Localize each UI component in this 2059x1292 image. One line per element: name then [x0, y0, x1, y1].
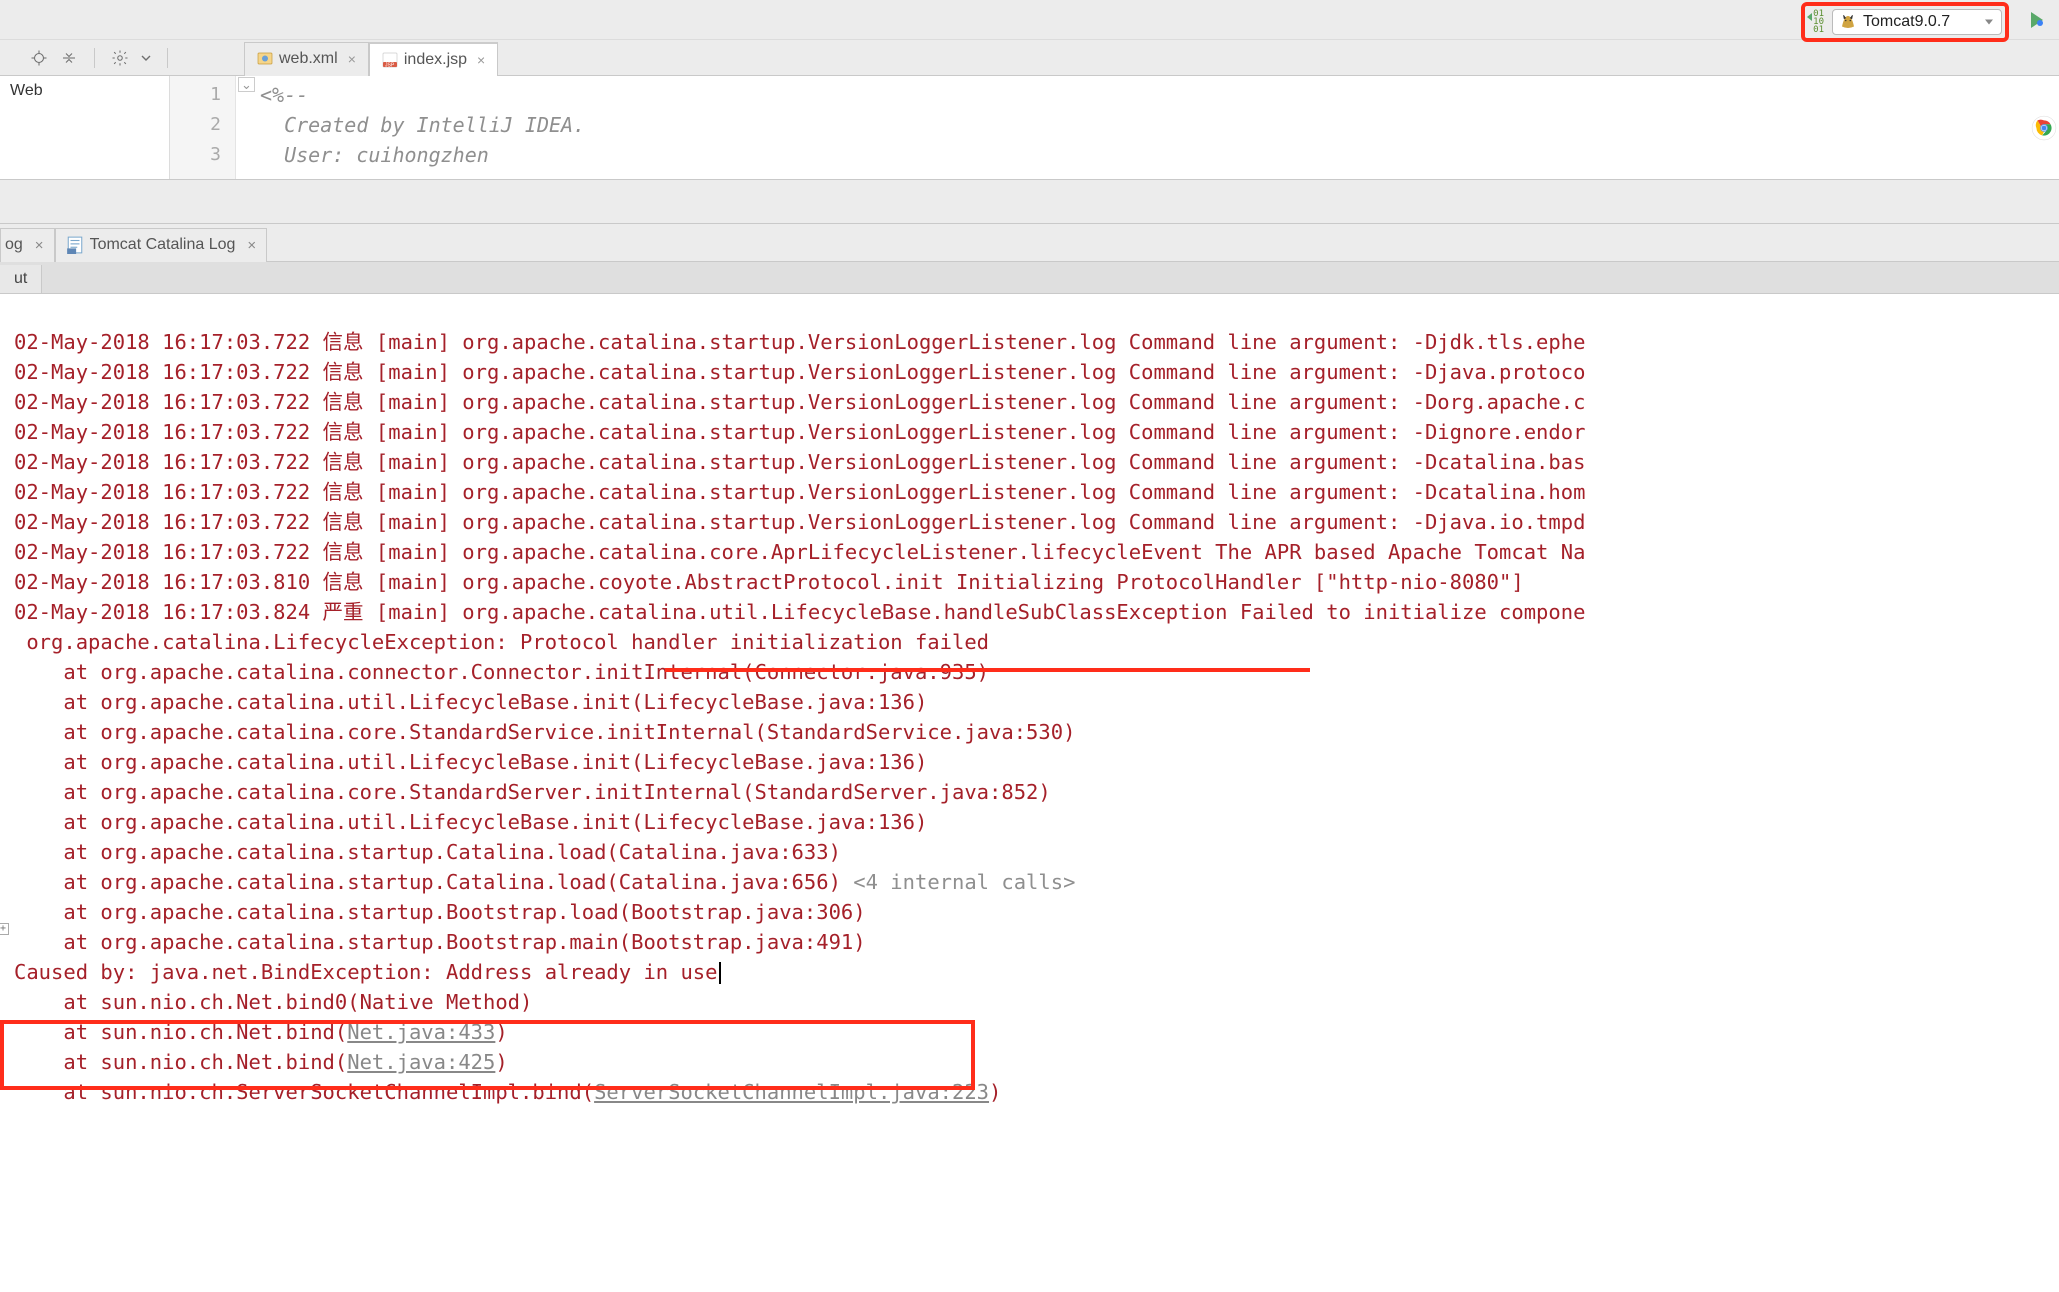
editor-tab-web-xml[interactable]: web.xml × [244, 42, 369, 76]
toolbar-separator [94, 48, 95, 68]
binary-download-icon[interactable]: 011001 [1813, 10, 1824, 34]
source-link[interactable]: Net.java:425 [347, 1050, 495, 1074]
console-output[interactable]: 02-May-2018 16:17:03.722 信息 [main] org.a… [0, 294, 2059, 1292]
line-number: 3 [170, 140, 221, 170]
stack-trace-line: at sun.nio.ch.Net.bind( [14, 1020, 347, 1044]
code-line: <%-- [260, 83, 308, 107]
log-file-icon [66, 236, 84, 254]
target-icon[interactable] [30, 49, 48, 67]
stack-trace-line: at org.apache.catalina.startup.Catalina.… [14, 840, 841, 864]
stack-trace-line: at org.apache.catalina.util.LifecycleBas… [14, 810, 927, 834]
log-line: 02-May-2018 16:17:03.722 信息 [main] org.a… [14, 330, 1585, 354]
line-number: 2 [170, 110, 221, 140]
gear-icon[interactable] [111, 49, 129, 67]
close-icon[interactable]: × [247, 237, 256, 254]
line-gutter: 1 2 3 [170, 76, 236, 179]
log-line: 02-May-2018 16:17:03.722 信息 [main] org.a… [14, 540, 1585, 564]
internal-calls-fold[interactable]: <4 internal calls> [853, 870, 1075, 894]
stack-trace-line: at org.apache.catalina.connector.Connect… [14, 660, 989, 684]
line-number: 1 [170, 80, 221, 110]
tab-label: Tomcat Catalina Log [90, 236, 236, 254]
svg-text:JSP: JSP [385, 62, 395, 68]
close-icon[interactable]: × [477, 52, 485, 68]
xml-file-icon [257, 51, 273, 67]
log-line: 02-May-2018 16:17:03.722 信息 [main] org.a… [14, 510, 1585, 534]
editor-tab-index-jsp[interactable]: JSP index.jsp × [369, 42, 498, 76]
stack-trace-line: at sun.nio.ch.Net.bind0(Native Method) [14, 990, 532, 1014]
run-config-dropdown[interactable]: Tomcat9.0.7 [1832, 9, 2002, 35]
stack-trace-line: at sun.nio.ch.ServerSocketChannelImpl.bi… [14, 1080, 594, 1104]
code-line: Created by IntelliJ IDEA. [260, 113, 585, 137]
project-root-label: Web [10, 82, 43, 99]
stack-trace-line: at org.apache.catalina.startup.Bootstrap… [14, 900, 866, 924]
log-line: 02-May-2018 16:17:03.722 信息 [main] org.a… [14, 420, 1585, 444]
expand-fold-icon[interactable]: + [0, 923, 9, 935]
collapse-icon[interactable] [60, 49, 78, 67]
editor-tabs: web.xml × JSP index.jsp × [244, 40, 498, 76]
toolbar-separator [167, 48, 168, 68]
run-config-highlight-box: 011001 Tomcat9.0.7 [1801, 2, 2009, 42]
run-button[interactable] [2031, 12, 2049, 28]
stack-trace-line: at org.apache.catalina.util.LifecycleBas… [14, 750, 927, 774]
log-line: 02-May-2018 16:17:03.824 严重 [main] org.a… [14, 600, 1585, 624]
fold-start-icon[interactable]: ⌄ [238, 77, 255, 92]
tab-label: web.xml [279, 50, 338, 68]
log-line: 02-May-2018 16:17:03.722 信息 [main] org.a… [14, 360, 1585, 384]
jsp-file-icon: JSP [382, 52, 398, 68]
close-icon[interactable]: × [348, 51, 356, 67]
output-subtab[interactable]: ut [0, 265, 42, 293]
run-buttons-group [2031, 12, 2049, 28]
stack-trace-line: at sun.nio.ch.Net.bind( [14, 1050, 347, 1074]
source-link[interactable]: Net.java:433 [347, 1020, 495, 1044]
top-toolbar: 011001 Tomcat9.0.7 [0, 0, 2059, 40]
stack-trace-line: at org.apache.catalina.startup.Bootstrap… [14, 930, 866, 954]
log-line: 02-May-2018 16:17:03.722 信息 [main] org.a… [14, 480, 1585, 504]
tab-label: og [5, 236, 23, 254]
main-toolbar: web.xml × JSP index.jsp × [0, 40, 2059, 76]
source-link[interactable]: ServerSocketChannelImpl.java:223 [594, 1080, 989, 1104]
log-tab-partial[interactable]: og × [0, 228, 55, 262]
text-cursor [719, 962, 721, 984]
tab-label: index.jsp [404, 51, 467, 69]
output-subtab-bar: ut [0, 262, 2059, 294]
browser-preview-gutter [2029, 76, 2059, 180]
log-line: 02-May-2018 16:17:03.810 信息 [main] org.a… [14, 570, 1524, 594]
stack-trace-line: at org.apache.catalina.core.StandardServ… [14, 780, 1051, 804]
code-editor[interactable]: <%-- Created by IntelliJ IDEA. User: cui… [256, 76, 585, 179]
fold-column: ⌄ [236, 76, 256, 179]
splitter-bar[interactable] [0, 180, 2059, 224]
status-dot-icon [2037, 20, 2043, 26]
tomcat-icon [1839, 13, 1857, 31]
log-line: 02-May-2018 16:17:03.722 信息 [main] org.a… [14, 450, 1585, 474]
log-tabs-bar: og × Tomcat Catalina Log × [0, 224, 2059, 262]
code-line: User: cuihongzhen [260, 143, 489, 167]
settings-dropdown-icon[interactable] [141, 49, 151, 67]
run-config-label: Tomcat9.0.7 [1863, 13, 1950, 31]
stack-trace-line: at org.apache.catalina.core.StandardServ… [14, 720, 1075, 744]
log-line: org.apache.catalina.LifecycleException: … [14, 630, 989, 654]
log-tab-catalina[interactable]: Tomcat Catalina Log × [55, 228, 268, 262]
log-line: 02-May-2018 16:17:03.722 信息 [main] org.a… [14, 390, 1585, 414]
close-icon[interactable]: × [35, 237, 44, 254]
project-panel[interactable]: Web [0, 76, 170, 179]
stack-trace-line: at org.apache.catalina.util.LifecycleBas… [14, 690, 927, 714]
chrome-icon[interactable] [2031, 115, 2057, 141]
editor-area: Web 1 2 3 ⌄ <%-- Created by IntelliJ IDE… [0, 76, 2059, 180]
caused-by-line: Caused by: java.net.BindException: Addre… [14, 960, 718, 984]
stack-trace-line: at org.apache.catalina.startup.Catalina.… [14, 870, 853, 894]
